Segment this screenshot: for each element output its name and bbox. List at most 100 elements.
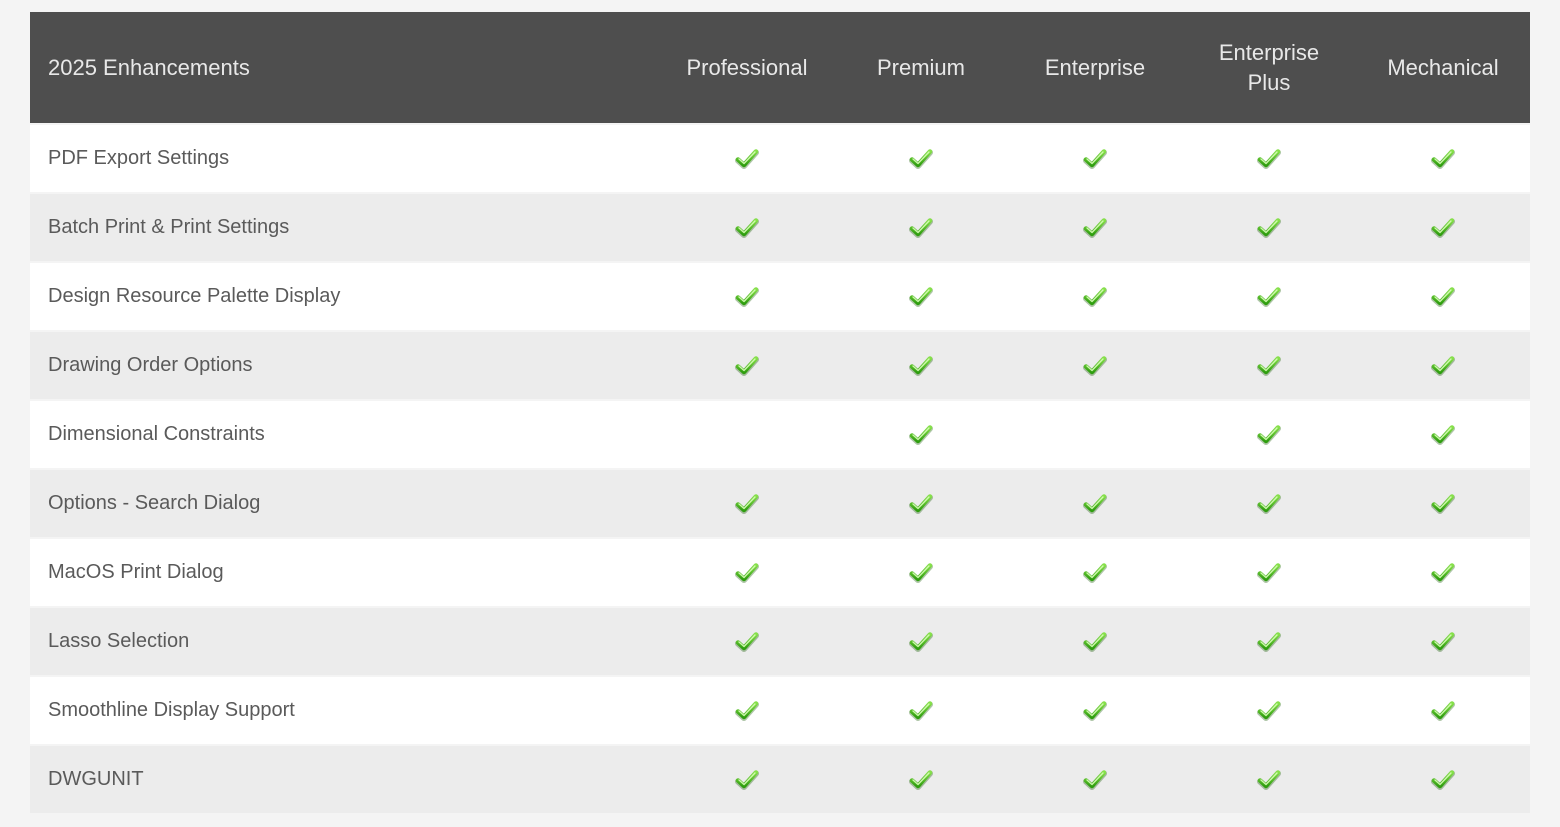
comparison-table: 2025 Enhancements Professional Premium E… bbox=[30, 10, 1530, 815]
table-row: Dimensional Constraints bbox=[30, 401, 1530, 468]
feature-cell-check bbox=[1356, 194, 1530, 261]
feature-name: Drawing Order Options bbox=[30, 332, 660, 399]
check-icon bbox=[735, 700, 759, 722]
check-icon bbox=[909, 769, 933, 791]
feature-cell-check bbox=[1008, 332, 1182, 399]
check-icon bbox=[1431, 769, 1455, 791]
feature-cell-check bbox=[660, 608, 834, 675]
check-icon bbox=[1083, 148, 1107, 170]
feature-name: Batch Print & Print Settings bbox=[30, 194, 660, 261]
column-header-plan: Professional bbox=[660, 12, 834, 123]
check-icon bbox=[1257, 217, 1281, 239]
check-icon bbox=[1083, 631, 1107, 653]
column-header-plan: Enterprise bbox=[1008, 12, 1182, 123]
column-header-plan: Mechanical bbox=[1356, 12, 1530, 123]
check-icon bbox=[1257, 631, 1281, 653]
feature-cell-check bbox=[1182, 263, 1356, 330]
check-icon bbox=[735, 286, 759, 308]
feature-name: Design Resource Palette Display bbox=[30, 263, 660, 330]
check-icon bbox=[1257, 286, 1281, 308]
check-icon bbox=[735, 562, 759, 584]
feature-cell-check bbox=[1008, 125, 1182, 192]
check-icon bbox=[1083, 700, 1107, 722]
check-icon bbox=[1083, 562, 1107, 584]
table-row: PDF Export Settings bbox=[30, 125, 1530, 192]
check-icon bbox=[1431, 700, 1455, 722]
feature-cell-check bbox=[660, 746, 834, 813]
feature-cell-check bbox=[834, 539, 1008, 606]
check-icon bbox=[735, 493, 759, 515]
feature-cell-check bbox=[660, 194, 834, 261]
feature-cell-check bbox=[1008, 401, 1182, 468]
check-icon bbox=[909, 562, 933, 584]
table-row: Design Resource Palette Display bbox=[30, 263, 1530, 330]
table-body: PDF Export Settings bbox=[30, 125, 1530, 813]
check-icon bbox=[1431, 355, 1455, 377]
feature-cell-check bbox=[834, 263, 1008, 330]
feature-cell-check bbox=[1008, 746, 1182, 813]
feature-cell-check bbox=[1182, 194, 1356, 261]
check-icon bbox=[1257, 769, 1281, 791]
table-head: 2025 Enhancements Professional Premium E… bbox=[30, 12, 1530, 123]
check-icon bbox=[1257, 493, 1281, 515]
feature-cell-check bbox=[660, 332, 834, 399]
feature-cell-check bbox=[660, 401, 834, 468]
feature-cell-check bbox=[1008, 470, 1182, 537]
feature-cell-check bbox=[834, 194, 1008, 261]
column-header-plan: Premium bbox=[834, 12, 1008, 123]
feature-cell-check bbox=[660, 539, 834, 606]
feature-cell-check bbox=[1182, 332, 1356, 399]
feature-name: PDF Export Settings bbox=[30, 125, 660, 192]
feature-cell-check bbox=[1356, 470, 1530, 537]
feature-cell-check bbox=[660, 263, 834, 330]
check-icon bbox=[1431, 631, 1455, 653]
feature-cell-check bbox=[1182, 470, 1356, 537]
feature-cell-check bbox=[1182, 401, 1356, 468]
feature-cell-check bbox=[1182, 539, 1356, 606]
feature-name: Smoothline Display Support bbox=[30, 677, 660, 744]
table-row: Smoothline Display Support bbox=[30, 677, 1530, 744]
feature-cell-check bbox=[834, 677, 1008, 744]
check-icon bbox=[1083, 217, 1107, 239]
check-icon bbox=[1083, 286, 1107, 308]
feature-cell-check bbox=[1356, 539, 1530, 606]
feature-cell-check bbox=[660, 470, 834, 537]
check-icon bbox=[1257, 355, 1281, 377]
feature-cell-check bbox=[1356, 125, 1530, 192]
check-icon bbox=[909, 148, 933, 170]
feature-cell-check bbox=[834, 401, 1008, 468]
check-icon bbox=[1083, 493, 1107, 515]
check-icon bbox=[735, 148, 759, 170]
check-icon bbox=[735, 355, 759, 377]
feature-cell-check bbox=[1356, 608, 1530, 675]
feature-cell-check bbox=[834, 608, 1008, 675]
check-icon bbox=[1257, 424, 1281, 446]
check-icon bbox=[1431, 286, 1455, 308]
check-icon bbox=[909, 286, 933, 308]
table-row: DWGUNIT bbox=[30, 746, 1530, 813]
check-icon bbox=[1083, 769, 1107, 791]
check-icon bbox=[909, 355, 933, 377]
feature-name: Lasso Selection bbox=[30, 608, 660, 675]
comparison-table-wrap: 2025 Enhancements Professional Premium E… bbox=[0, 0, 1560, 827]
feature-cell-check bbox=[1356, 746, 1530, 813]
check-icon bbox=[909, 700, 933, 722]
feature-cell-check bbox=[1008, 539, 1182, 606]
check-icon bbox=[1431, 217, 1455, 239]
check-icon bbox=[1257, 700, 1281, 722]
check-icon bbox=[735, 217, 759, 239]
table-row: Batch Print & Print Settings bbox=[30, 194, 1530, 261]
feature-name: DWGUNIT bbox=[30, 746, 660, 813]
feature-cell-check bbox=[1356, 263, 1530, 330]
check-icon bbox=[1431, 562, 1455, 584]
check-icon bbox=[735, 769, 759, 791]
feature-cell-check bbox=[1008, 608, 1182, 675]
check-icon bbox=[909, 631, 933, 653]
feature-cell-check bbox=[834, 332, 1008, 399]
feature-cell-check bbox=[834, 470, 1008, 537]
feature-name: Dimensional Constraints bbox=[30, 401, 660, 468]
feature-cell-check bbox=[1182, 746, 1356, 813]
feature-cell-check bbox=[1356, 332, 1530, 399]
check-icon bbox=[909, 217, 933, 239]
check-icon bbox=[1431, 493, 1455, 515]
